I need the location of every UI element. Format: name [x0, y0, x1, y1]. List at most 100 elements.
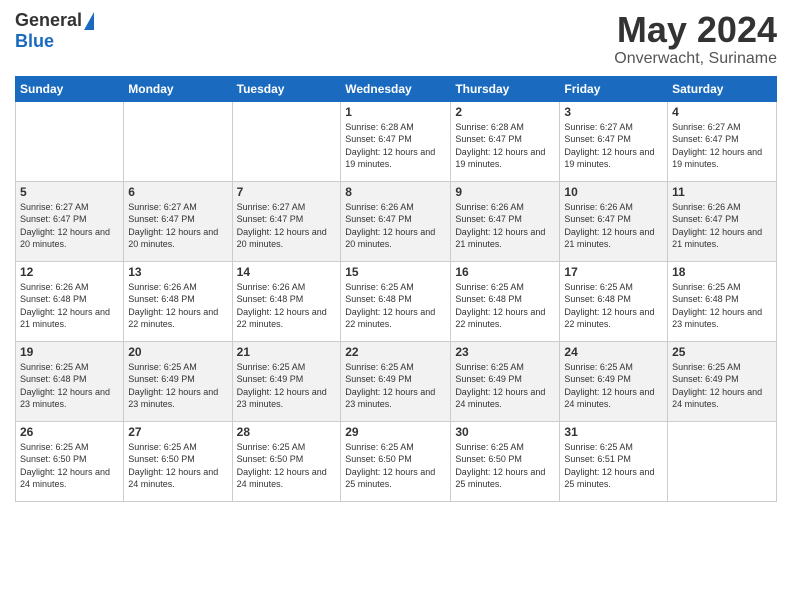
- table-row: 31 Sunrise: 6:25 AMSunset: 6:51 PMDayligh…: [560, 421, 668, 501]
- table-row: 18 Sunrise: 6:25 AMSunset: 6:48 PMDayligh…: [668, 261, 777, 341]
- logo-general-text: General: [15, 10, 82, 31]
- day-number: 11: [672, 185, 772, 199]
- day-number: 27: [128, 425, 227, 439]
- table-row: 23 Sunrise: 6:25 AMSunset: 6:49 PMDayligh…: [451, 341, 560, 421]
- day-number: 12: [20, 265, 119, 279]
- day-info: Sunrise: 6:25 AMSunset: 6:48 PMDaylight:…: [564, 281, 663, 331]
- day-number: 21: [237, 345, 337, 359]
- table-row: 21 Sunrise: 6:25 AMSunset: 6:49 PMDayligh…: [232, 341, 341, 421]
- day-info: Sunrise: 6:25 AMSunset: 6:49 PMDaylight:…: [237, 361, 337, 411]
- day-info: Sunrise: 6:27 AMSunset: 6:47 PMDaylight:…: [672, 121, 772, 171]
- day-number: 1: [345, 105, 446, 119]
- day-number: 7: [237, 185, 337, 199]
- day-number: 20: [128, 345, 227, 359]
- day-number: 13: [128, 265, 227, 279]
- day-info: Sunrise: 6:26 AMSunset: 6:48 PMDaylight:…: [20, 281, 119, 331]
- table-row: [232, 101, 341, 181]
- day-info: Sunrise: 6:25 AMSunset: 6:48 PMDaylight:…: [20, 361, 119, 411]
- table-row: 30Sunrise: 6:25 AMSunset: 6:50 PMDayligh…: [451, 421, 560, 501]
- table-row: 2Sunrise: 6:28 AMSunset: 6:47 PMDaylight…: [451, 101, 560, 181]
- logo-blue-text: Blue: [15, 31, 54, 52]
- day-number: 5: [20, 185, 119, 199]
- table-row: 8 Sunrise: 6:26 AMSunset: 6:47 PMDaylight…: [341, 181, 451, 261]
- table-row: 7 Sunrise: 6:27 AMSunset: 6:47 PMDaylight…: [232, 181, 341, 261]
- day-number: 14: [237, 265, 337, 279]
- table-row: 22Sunrise: 6:25 AMSunset: 6:49 PMDayligh…: [341, 341, 451, 421]
- day-number: 9: [455, 185, 555, 199]
- day-info: Sunrise: 6:26 AMSunset: 6:48 PMDaylight:…: [237, 281, 337, 331]
- day-info: Sunrise: 6:26 AMSunset: 6:47 PMDaylight:…: [345, 201, 446, 251]
- table-row: 25Sunrise: 6:25 AMSunset: 6:49 PMDayligh…: [668, 341, 777, 421]
- day-info: Sunrise: 6:25 AMSunset: 6:50 PMDaylight:…: [128, 441, 227, 491]
- day-number: 30: [455, 425, 555, 439]
- day-number: 26: [20, 425, 119, 439]
- table-row: 4 Sunrise: 6:27 AMSunset: 6:47 PMDaylight…: [668, 101, 777, 181]
- day-number: 4: [672, 105, 772, 119]
- day-number: 28: [237, 425, 337, 439]
- day-number: 8: [345, 185, 446, 199]
- col-thursday: Thursday: [451, 76, 560, 101]
- day-number: 3: [564, 105, 663, 119]
- day-number: 22: [345, 345, 446, 359]
- day-info: Sunrise: 6:27 AMSunset: 6:47 PMDaylight:…: [237, 201, 337, 251]
- calendar-table: Sunday Monday Tuesday Wednesday Thursday…: [15, 76, 777, 502]
- table-row: 15 Sunrise: 6:25 AMSunset: 6:48 PMDayligh…: [341, 261, 451, 341]
- day-info: Sunrise: 6:25 AMSunset: 6:49 PMDaylight:…: [128, 361, 227, 411]
- calendar-week-row: 12 Sunrise: 6:26 AMSunset: 6:48 PMDayligh…: [16, 261, 777, 341]
- col-monday: Monday: [124, 76, 232, 101]
- table-row: 1 Sunrise: 6:28 AMSunset: 6:47 PMDaylight…: [341, 101, 451, 181]
- table-row: 19 Sunrise: 6:25 AMSunset: 6:48 PMDayligh…: [16, 341, 124, 421]
- table-row: 26 Sunrise: 6:25 AMSunset: 6:50 PMDayligh…: [16, 421, 124, 501]
- day-info: Sunrise: 6:25 AMSunset: 6:51 PMDaylight:…: [564, 441, 663, 491]
- table-row: 27 Sunrise: 6:25 AMSunset: 6:50 PMDayligh…: [124, 421, 232, 501]
- day-number: 23: [455, 345, 555, 359]
- day-info: Sunrise: 6:25 AMSunset: 6:49 PMDaylight:…: [564, 361, 663, 411]
- table-row: 28 Sunrise: 6:25 AMSunset: 6:50 PMDayligh…: [232, 421, 341, 501]
- table-row: 5 Sunrise: 6:27 AMSunset: 6:47 PMDaylight…: [16, 181, 124, 261]
- calendar-week-row: 5 Sunrise: 6:27 AMSunset: 6:47 PMDaylight…: [16, 181, 777, 261]
- table-row: 12 Sunrise: 6:26 AMSunset: 6:48 PMDayligh…: [16, 261, 124, 341]
- title-block: May 2024 Onverwacht, Suriname: [614, 10, 777, 68]
- day-info: Sunrise: 6:26 AMSunset: 6:48 PMDaylight:…: [128, 281, 227, 331]
- table-row: 14 Sunrise: 6:26 AMSunset: 6:48 PMDayligh…: [232, 261, 341, 341]
- day-info: Sunrise: 6:25 AMSunset: 6:49 PMDaylight:…: [455, 361, 555, 411]
- day-number: 31: [564, 425, 663, 439]
- col-saturday: Saturday: [668, 76, 777, 101]
- day-number: 17: [564, 265, 663, 279]
- table-row: 29Sunrise: 6:25 AMSunset: 6:50 PMDayligh…: [341, 421, 451, 501]
- table-row: 10Sunrise: 6:26 AMSunset: 6:47 PMDayligh…: [560, 181, 668, 261]
- day-info: Sunrise: 6:25 AMSunset: 6:50 PMDaylight:…: [237, 441, 337, 491]
- day-info: Sunrise: 6:26 AMSunset: 6:47 PMDaylight:…: [672, 201, 772, 251]
- day-info: Sunrise: 6:25 AMSunset: 6:49 PMDaylight:…: [672, 361, 772, 411]
- table-row: 11 Sunrise: 6:26 AMSunset: 6:47 PMDayligh…: [668, 181, 777, 261]
- col-tuesday: Tuesday: [232, 76, 341, 101]
- day-info: Sunrise: 6:27 AMSunset: 6:47 PMDaylight:…: [20, 201, 119, 251]
- day-info: Sunrise: 6:27 AMSunset: 6:47 PMDaylight:…: [564, 121, 663, 171]
- day-info: Sunrise: 6:26 AMSunset: 6:47 PMDaylight:…: [455, 201, 555, 251]
- calendar-location: Onverwacht, Suriname: [614, 50, 777, 68]
- day-number: 18: [672, 265, 772, 279]
- day-number: 19: [20, 345, 119, 359]
- table-row: [124, 101, 232, 181]
- table-row: 9 Sunrise: 6:26 AMSunset: 6:47 PMDaylight…: [451, 181, 560, 261]
- table-row: [16, 101, 124, 181]
- col-wednesday: Wednesday: [341, 76, 451, 101]
- day-info: Sunrise: 6:25 AMSunset: 6:48 PMDaylight:…: [345, 281, 446, 331]
- logo: General Blue: [15, 10, 94, 52]
- table-row: 24 Sunrise: 6:25 AMSunset: 6:49 PMDayligh…: [560, 341, 668, 421]
- calendar-title: May 2024: [614, 10, 777, 50]
- table-row: 3 Sunrise: 6:27 AMSunset: 6:47 PMDaylight…: [560, 101, 668, 181]
- header: General Blue May 2024 Onverwacht, Surina…: [15, 10, 777, 68]
- day-info: Sunrise: 6:25 AMSunset: 6:50 PMDaylight:…: [345, 441, 446, 491]
- calendar-week-row: 19 Sunrise: 6:25 AMSunset: 6:48 PMDayligh…: [16, 341, 777, 421]
- table-row: 13 Sunrise: 6:26 AMSunset: 6:48 PMDayligh…: [124, 261, 232, 341]
- day-number: 6: [128, 185, 227, 199]
- day-info: Sunrise: 6:25 AMSunset: 6:48 PMDaylight:…: [672, 281, 772, 331]
- day-number: 15: [345, 265, 446, 279]
- day-info: Sunrise: 6:25 AMSunset: 6:50 PMDaylight:…: [20, 441, 119, 491]
- day-info: Sunrise: 6:28 AMSunset: 6:47 PMDaylight:…: [345, 121, 446, 171]
- day-info: Sunrise: 6:27 AMSunset: 6:47 PMDaylight:…: [128, 201, 227, 251]
- day-number: 10: [564, 185, 663, 199]
- day-number: 24: [564, 345, 663, 359]
- col-sunday: Sunday: [16, 76, 124, 101]
